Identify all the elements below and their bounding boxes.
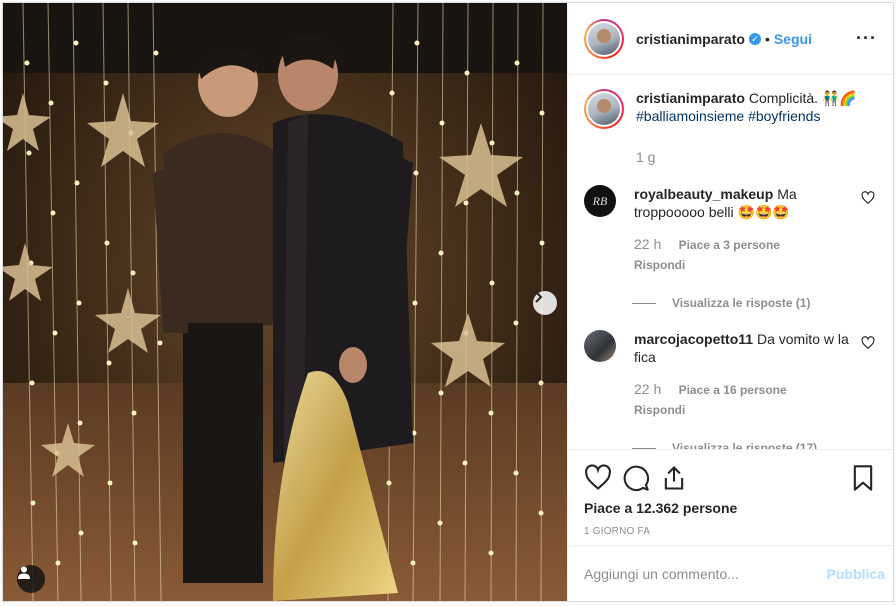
chevron-right-icon <box>535 291 543 303</box>
caption-body: cristianimparato Complicità. 👬🌈 #balliam… <box>636 89 857 125</box>
comment-bubble-icon[interactable] <box>622 464 650 492</box>
author-avatar-image <box>588 22 620 55</box>
bookmark-icon[interactable] <box>849 464 877 492</box>
commenter-avatar[interactable]: RB <box>584 185 616 217</box>
caption-username[interactable]: cristianimparato <box>636 90 745 106</box>
post-container: cristianimparato ✓ • Segui ··· cristiani… <box>2 2 894 602</box>
comment-heart-icon[interactable] <box>861 336 875 350</box>
likes-summary[interactable]: Piace a 12.362 persone <box>584 500 877 516</box>
heart-icon[interactable] <box>584 464 612 492</box>
view-replies-button[interactable]: Visualizza le risposte (17) <box>632 441 877 449</box>
commenter-username[interactable]: royalbeauty_makeup <box>634 186 773 202</box>
verified-badge-icon: ✓ <box>748 32 761 45</box>
commenter-username[interactable]: marcojacopetto11 <box>634 331 753 347</box>
user-tag-icon <box>18 566 30 579</box>
add-comment-bar: Pubblica <box>568 545 893 601</box>
comment-likes[interactable]: Piace a 3 persone <box>679 238 780 252</box>
post-photo[interactable] <box>3 3 567 601</box>
comment-heart-icon[interactable] <box>861 191 875 205</box>
photo-illustration <box>3 3 567 601</box>
caption: cristianimparato Complicità. 👬🌈 #balliam… <box>584 89 877 129</box>
action-icons <box>584 458 877 498</box>
comments-section: cristianimparato Complicità. 👬🌈 #balliam… <box>568 75 893 449</box>
comment-time: 22 h <box>634 381 662 397</box>
follow-button[interactable]: Segui <box>774 31 812 47</box>
commenter-avatar[interactable] <box>584 330 616 362</box>
hashtag-link[interactable]: #balliamoinsieme <box>636 108 744 124</box>
next-photo-button[interactable] <box>533 291 557 315</box>
view-replies-button[interactable]: Visualizza le risposte (1) <box>632 296 877 310</box>
header-separator: • <box>764 30 770 47</box>
comment-item: marcojacopetto11 Da vomito w la fica 22 … <box>584 330 877 419</box>
reply-button[interactable]: Rispondi <box>634 256 840 274</box>
caption-text: Complicità. 👬🌈 <box>748 90 857 106</box>
caption-avatar[interactable] <box>584 89 624 129</box>
comment-likes[interactable]: Piace a 16 persone <box>679 383 787 397</box>
comment-meta: 22 h Piace a 3 persone Rispondi <box>634 235 852 274</box>
post-side-panel: cristianimparato ✓ • Segui ··· cristiani… <box>567 3 893 601</box>
share-icon[interactable] <box>660 464 688 492</box>
comment-item: RB royalbeauty_makeup Ma troppooooo bell… <box>584 185 877 274</box>
caption-avatar-image <box>588 93 620 125</box>
comment-body: royalbeauty_makeup Ma troppooooo belli 🤩… <box>634 185 852 274</box>
comment-time: 22 h <box>634 236 662 252</box>
author-username[interactable]: cristianimparato <box>636 31 745 47</box>
author-avatar[interactable] <box>584 18 624 59</box>
more-options-icon[interactable]: ··· <box>856 28 877 49</box>
comment-meta: 22 h Piace a 16 persone Rispondi <box>634 380 852 419</box>
post-header: cristianimparato ✓ • Segui ··· <box>568 3 893 75</box>
caption-age: 1 g <box>636 149 656 165</box>
hashtag-link[interactable]: #boyfriends <box>748 108 820 124</box>
comment-input[interactable] <box>584 565 827 582</box>
post-date: 1 GIORNO FA <box>584 526 651 537</box>
reply-button[interactable]: Rispondi <box>634 401 840 419</box>
user-tags-button[interactable] <box>17 565 45 593</box>
post-actions: Piace a 12.362 persone 1 GIORNO FA <box>568 449 893 545</box>
publish-button[interactable]: Pubblica <box>827 566 885 582</box>
comment-body: marcojacopetto11 Da vomito w la fica 22 … <box>634 330 852 419</box>
